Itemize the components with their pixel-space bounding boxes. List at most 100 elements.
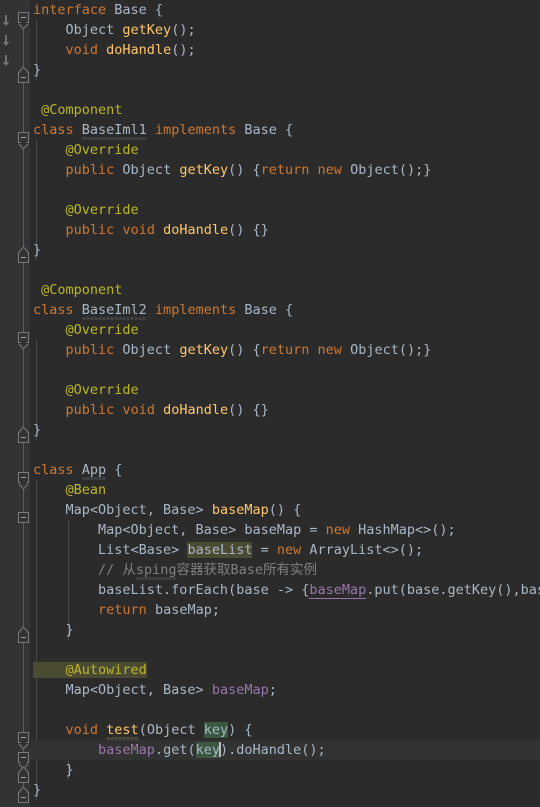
code-line[interactable] <box>30 80 540 100</box>
code-line[interactable] <box>30 640 540 660</box>
code-token: () { <box>228 342 261 358</box>
code-token: doHandle <box>163 402 229 418</box>
code-token: } <box>33 242 42 258</box>
fold-region-baseiml1[interactable] <box>18 132 29 143</box>
code-line[interactable]: Map<Object, Base> baseMap() { <box>30 500 540 520</box>
fold-region-basemap-method-end[interactable] <box>18 632 29 643</box>
code-line[interactable]: @Bean <box>30 480 540 500</box>
code-line[interactable]: Map<Object, Base> baseMap; <box>30 680 540 700</box>
code-token: class <box>33 462 74 478</box>
fold-region-basemap-method[interactable] <box>18 512 29 523</box>
code-token: Object();} <box>341 342 432 358</box>
code-content[interactable]: interface Base { Object getKey(); void d… <box>30 0 540 807</box>
code-line[interactable]: class App { <box>30 460 540 480</box>
code-token: .put(base.getKey(),base);}); <box>366 582 540 598</box>
code-line[interactable]: void test(Object key) { <box>30 720 540 740</box>
code-line[interactable]: @Autowired <box>30 660 540 680</box>
code-line[interactable]: // 从sping容器获取Base所有实例 <box>30 560 540 580</box>
code-line[interactable]: return baseMap; <box>30 600 540 620</box>
code-token: public <box>65 162 115 178</box>
fold-region-test-method-end[interactable] <box>18 772 29 783</box>
code-line[interactable]: List<Base> baseList = new ArrayList<>(); <box>30 540 540 560</box>
code-line[interactable]: @Component <box>30 280 540 300</box>
code-line[interactable]: } <box>30 620 540 640</box>
code-token: new <box>317 342 342 358</box>
code-line[interactable]: @Override <box>30 140 540 160</box>
code-line[interactable]: } <box>30 240 540 260</box>
code-line[interactable]: void doHandle(); <box>30 40 540 60</box>
implemented-method-icon[interactable] <box>2 52 11 66</box>
code-token: key <box>203 722 229 738</box>
code-line[interactable]: public Object getKey() {return new Objec… <box>30 160 540 180</box>
fold-region-app[interactable] <box>18 472 29 483</box>
code-token: Object();} <box>341 162 432 178</box>
code-line[interactable] <box>30 700 540 720</box>
code-line[interactable]: class BaseIml2 implements Base { <box>30 300 540 320</box>
implemented-method-icon[interactable] <box>2 32 11 46</box>
code-token: class <box>33 122 74 138</box>
code-token: class <box>33 302 74 318</box>
code-line[interactable]: public void doHandle() {} <box>30 220 540 240</box>
code-token: public <box>65 402 115 418</box>
code-token: baseList <box>187 542 253 558</box>
code-token: HashMap<>(); <box>350 522 456 538</box>
code-token: @Override <box>33 382 139 398</box>
code-line[interactable]: } <box>30 60 540 80</box>
fold-region-baseiml2[interactable] <box>18 332 29 343</box>
fold-region-test-method[interactable] <box>18 732 29 743</box>
code-line[interactable] <box>30 180 540 200</box>
code-token: ArrayList<>(); <box>301 542 424 558</box>
code-line[interactable]: baseMap.get(key).doHandle(); <box>30 740 540 760</box>
code-line[interactable] <box>30 360 540 380</box>
code-line[interactable]: interface Base { <box>30 0 540 20</box>
code-token: return <box>260 342 310 358</box>
code-line[interactable]: @Override <box>30 200 540 220</box>
code-token: Base { <box>236 302 294 318</box>
code-line[interactable]: @Override <box>30 320 540 340</box>
fold-region-basemap-get-line[interactable] <box>18 752 29 763</box>
code-token: baseMap <box>98 742 155 758</box>
code-line[interactable]: } <box>30 780 540 800</box>
code-line[interactable]: @Component <box>30 100 540 120</box>
code-token: baseMap <box>211 502 269 518</box>
code-token: (Object <box>138 722 204 738</box>
code-editor[interactable]: interface Base { Object getKey(); void d… <box>0 0 540 807</box>
code-line[interactable]: } <box>30 760 540 780</box>
code-token: (); <box>171 42 196 58</box>
fold-region-interface-base-end[interactable] <box>18 72 29 83</box>
code-token: Base { <box>106 2 164 18</box>
fold-region-baseiml1-end[interactable] <box>18 252 29 263</box>
code-line[interactable]: class BaseIml1 implements Base { <box>30 120 540 140</box>
code-line[interactable]: Object getKey(); <box>30 20 540 40</box>
code-token: void <box>65 42 99 58</box>
code-line[interactable] <box>30 260 540 280</box>
code-line[interactable]: Map<Object, Base> baseMap = new HashMap<… <box>30 520 540 540</box>
code-token: test <box>106 722 139 738</box>
code-line[interactable]: @Override <box>30 380 540 400</box>
code-line[interactable] <box>30 440 540 460</box>
code-token: ; <box>268 682 277 698</box>
fold-region-baseiml2-end[interactable] <box>18 432 29 443</box>
code-token: void <box>122 222 155 238</box>
code-line[interactable]: public void doHandle() {} <box>30 400 540 420</box>
code-token: @Component <box>33 282 123 298</box>
implemented-method-icon[interactable] <box>2 12 11 26</box>
code-lines[interactable]: interface Base { Object getKey(); void d… <box>30 0 540 800</box>
editor-gutter[interactable] <box>0 0 30 807</box>
fold-region-interface-base[interactable] <box>18 12 29 23</box>
code-token: key <box>195 742 220 758</box>
code-line[interactable]: public Object getKey() {return new Objec… <box>30 340 540 360</box>
fold-region-app-end[interactable] <box>18 792 29 803</box>
code-line[interactable]: baseList.forEach(base -> {baseMap.put(ba… <box>30 580 540 600</box>
code-line[interactable]: } <box>30 420 540 440</box>
code-token: = <box>252 542 277 558</box>
code-token: Map<Object, Base> <box>33 502 212 518</box>
